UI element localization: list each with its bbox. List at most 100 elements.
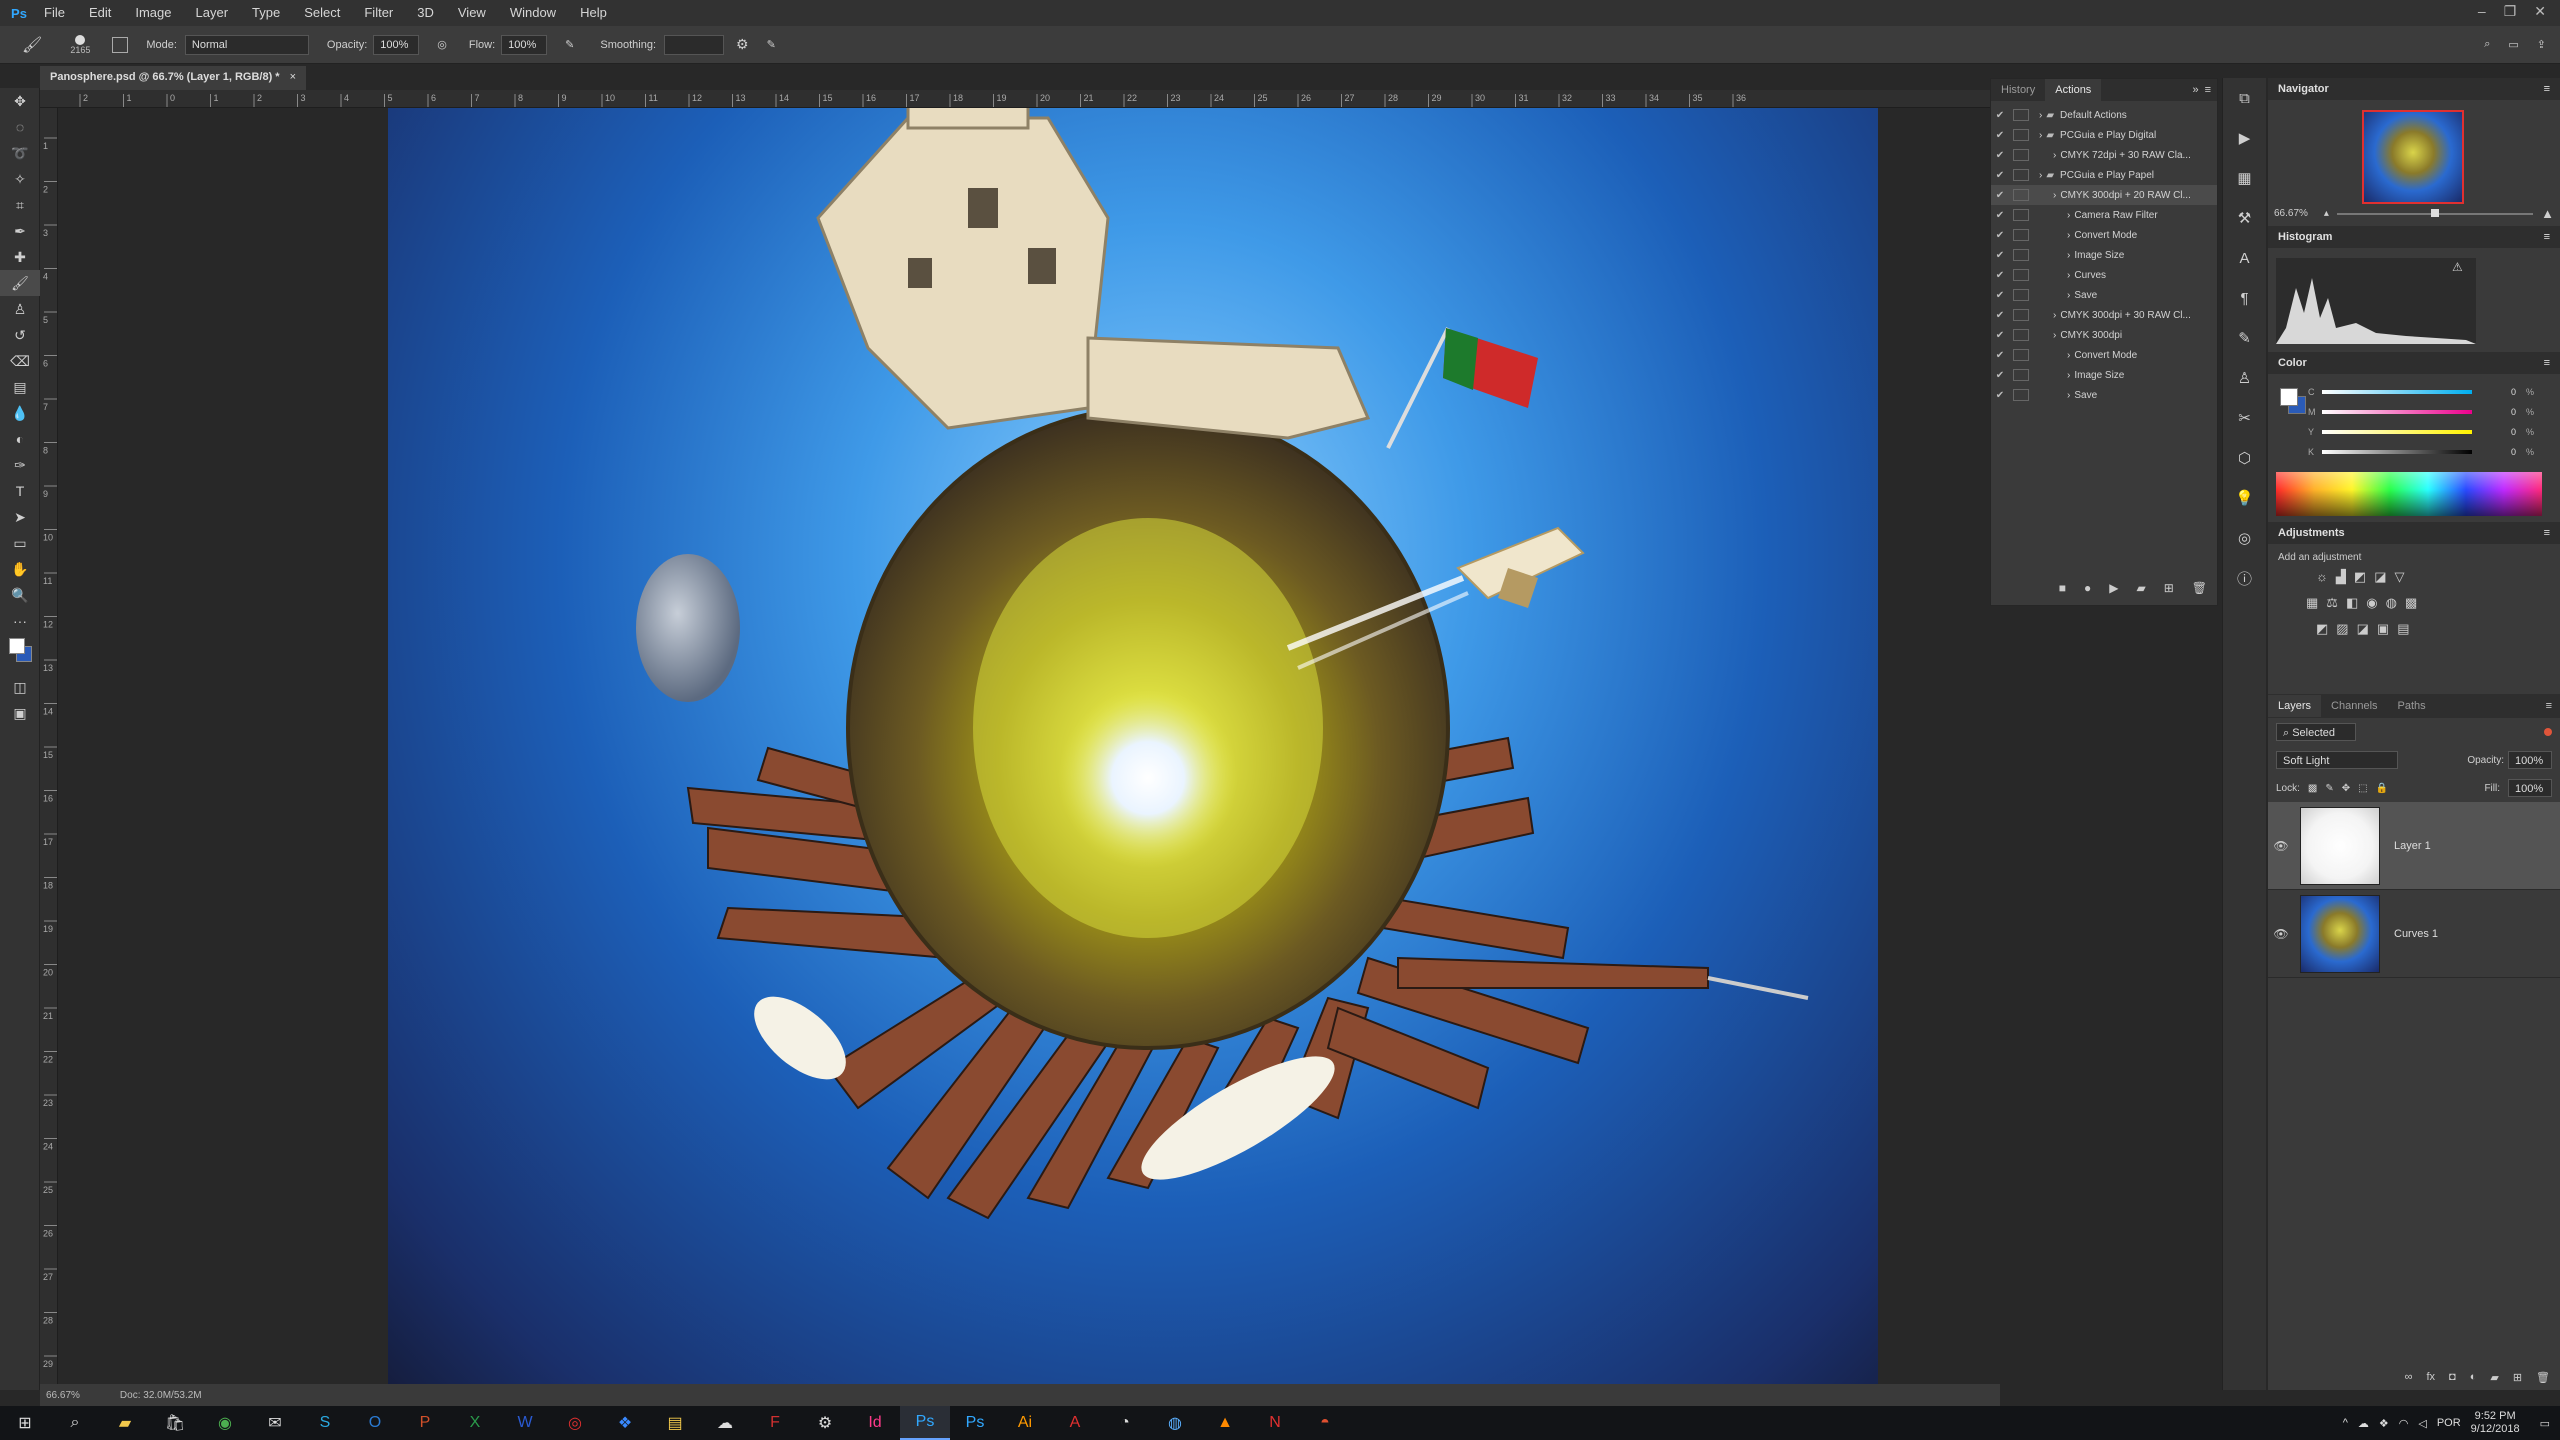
paragraph-icon[interactable]: ¶ <box>2223 278 2266 318</box>
lock-transparent-icon[interactable]: ▩ <box>2308 783 2317 794</box>
zoom-slider[interactable] <box>2336 208 2534 217</box>
filter-toggle-icon[interactable] <box>2544 728 2552 736</box>
tab-actions[interactable]: Actions <box>2045 79 2102 101</box>
type-tool-icon[interactable]: T <box>0 478 40 504</box>
action-dialog-toggle[interactable] <box>2013 349 2029 361</box>
libraries-icon[interactable]: ◎ <box>2223 518 2266 558</box>
action-row[interactable]: ✔ › Convert Mode <box>1991 225 2217 245</box>
powerpoint-icon[interactable]: P <box>400 1406 450 1440</box>
expand-arrow-icon[interactable]: › <box>2067 390 2070 401</box>
channel-value[interactable]: 0 <box>2486 407 2516 417</box>
close-icon[interactable]: ✕ <box>2534 3 2546 20</box>
fx-icon[interactable]: fx <box>2426 1371 2435 1384</box>
search-icon[interactable]: ⌕ <box>2484 38 2490 51</box>
expand-arrow-icon[interactable]: › <box>2067 250 2070 261</box>
adjustments-menu-icon[interactable]: ≡ <box>2544 522 2550 544</box>
channel-slider[interactable] <box>2322 410 2472 414</box>
tray-chevron-icon[interactable]: ^ <box>2343 1417 2348 1429</box>
vibrance-icon[interactable]: ▽ <box>2395 569 2405 585</box>
outlook-icon[interactable]: O <box>350 1406 400 1440</box>
file-explorer-icon[interactable]: ▰ <box>100 1406 150 1440</box>
restore-icon[interactable]: ❐ <box>2504 3 2517 20</box>
gradient-map-icon[interactable]: ▤ <box>2397 621 2409 637</box>
levels-icon[interactable]: ▟ <box>2336 569 2346 585</box>
color-swatches-icon[interactable] <box>0 634 40 674</box>
add-mask-icon[interactable]: ◘ <box>2449 1371 2456 1384</box>
black-white-icon[interactable]: ◧ <box>2346 595 2358 611</box>
brush-tool-icon[interactable]: 🖌 <box>0 270 40 296</box>
onedrive-icon[interactable]: ☁ <box>700 1406 750 1440</box>
mail-icon[interactable]: ✉ <box>250 1406 300 1440</box>
link-layers-icon[interactable]: ∞ <box>2405 1371 2413 1384</box>
channel-value[interactable]: 0 <box>2486 447 2516 457</box>
brush-preset-picker[interactable]: 2165 <box>70 34 90 55</box>
character-icon[interactable]: A <box>2223 238 2266 278</box>
eyedropper-icon[interactable]: ✒ <box>0 218 40 244</box>
gradient-icon[interactable]: ▤ <box>0 374 40 400</box>
brush-tool-icon[interactable]: 🖌 <box>22 35 42 55</box>
action-row[interactable]: ✔ › Convert Mode <box>1991 345 2217 365</box>
exposure-icon[interactable]: ◪ <box>2374 569 2386 585</box>
history-icon[interactable]: ⧉ <box>2223 78 2266 118</box>
brightness-icon[interactable]: ☼ <box>2316 569 2328 585</box>
acrobat-icon[interactable]: A <box>1050 1406 1100 1440</box>
dropbox-icon[interactable]: ❖ <box>600 1406 650 1440</box>
action-dialog-toggle[interactable] <box>2013 329 2029 341</box>
lasso-tool-icon[interactable]: ➰ <box>0 140 40 166</box>
action-dialog-toggle[interactable] <box>2013 289 2029 301</box>
marquee-tool-icon[interactable]: ◌ <box>0 114 40 140</box>
photo-filter-icon[interactable]: ◉ <box>2366 595 2377 611</box>
actions-play-icon[interactable]: ▶ <box>2223 118 2266 158</box>
learn-icon[interactable]: 💡 <box>2223 478 2266 518</box>
info-icon[interactable]: ⓘ <box>2223 558 2266 598</box>
eraser-icon[interactable]: ⌫ <box>0 348 40 374</box>
properties-icon[interactable]: ⚒ <box>2223 198 2266 238</box>
tab-paths[interactable]: Paths <box>2388 695 2436 717</box>
zoom-tool-icon[interactable]: 🔍 <box>0 582 40 608</box>
action-check-icon[interactable]: ✔ <box>1991 230 2009 241</box>
action-check-icon[interactable]: ✔ <box>1991 150 2009 161</box>
tool-presets-icon[interactable]: ✂ <box>2223 398 2266 438</box>
pressure-opacity-icon[interactable]: ◎ <box>437 38 447 51</box>
expand-arrow-icon[interactable]: › <box>2067 370 2070 381</box>
color-menu-icon[interactable]: ≡ <box>2544 352 2550 374</box>
brush-settings-icon[interactable]: ✎ <box>2223 318 2266 358</box>
action-dialog-toggle[interactable] <box>2013 249 2029 261</box>
action-row[interactable]: ✔ › Save <box>1991 285 2217 305</box>
delete-layer-icon[interactable]: 🗑 <box>2536 1371 2550 1384</box>
zoom-out-icon[interactable]: ▴ <box>2324 208 2329 219</box>
action-dialog-toggle[interactable] <box>2013 229 2029 241</box>
lock-artboard-icon[interactable]: ⬚ <box>2358 783 2367 794</box>
tray-clock[interactable]: 9:52 PM 9/12/2018 <box>2471 1410 2520 1436</box>
files-icon[interactable]: ▤ <box>650 1406 700 1440</box>
action-row[interactable]: ✔ › CMYK 300dpi + 30 RAW Cl... <box>1991 305 2217 325</box>
new-layer-icon[interactable]: ⊞ <box>2513 1371 2522 1384</box>
hue-saturation-icon[interactable]: ▦ <box>2306 595 2318 611</box>
action-dialog-toggle[interactable] <box>2013 129 2029 141</box>
tab-history[interactable]: History <box>1991 79 2045 101</box>
action-check-icon[interactable]: ✔ <box>1991 250 2009 261</box>
channel-slider[interactable] <box>2322 390 2472 394</box>
action-dialog-toggle[interactable] <box>2013 149 2029 161</box>
color-balance-icon[interactable]: ⚖ <box>2326 595 2338 611</box>
zoom-level[interactable]: 66.67% <box>46 1390 80 1401</box>
pen-tool-icon[interactable]: ✑ <box>0 452 40 478</box>
collapse-icon[interactable]: » <box>2192 84 2198 96</box>
settings-app-icon[interactable]: ⚙ <box>800 1406 850 1440</box>
magic-wand-icon[interactable]: ✧ <box>0 166 40 192</box>
menu-window[interactable]: Window <box>498 0 568 26</box>
color-fg-swatch[interactable] <box>2280 388 2298 406</box>
search-icon[interactable]: ⌕ <box>50 1406 100 1440</box>
menu-layer[interactable]: Layer <box>184 0 241 26</box>
history-brush-icon[interactable]: ↺ <box>0 322 40 348</box>
layers-menu-icon[interactable]: ≡ <box>2546 700 2552 712</box>
menu-image[interactable]: Image <box>123 0 183 26</box>
skype-icon[interactable]: S <box>300 1406 350 1440</box>
action-row[interactable]: ✔ › CMYK 72dpi + 30 RAW Cla... <box>1991 145 2217 165</box>
minimize-icon[interactable]: – <box>2478 3 2486 19</box>
expand-arrow-icon[interactable]: › <box>2039 130 2042 141</box>
action-check-icon[interactable]: ✔ <box>1991 390 2009 401</box>
menu-filter[interactable]: Filter <box>352 0 405 26</box>
share-icon[interactable]: ⇪ <box>2537 38 2546 51</box>
curves-icon[interactable]: ◩ <box>2354 569 2366 585</box>
